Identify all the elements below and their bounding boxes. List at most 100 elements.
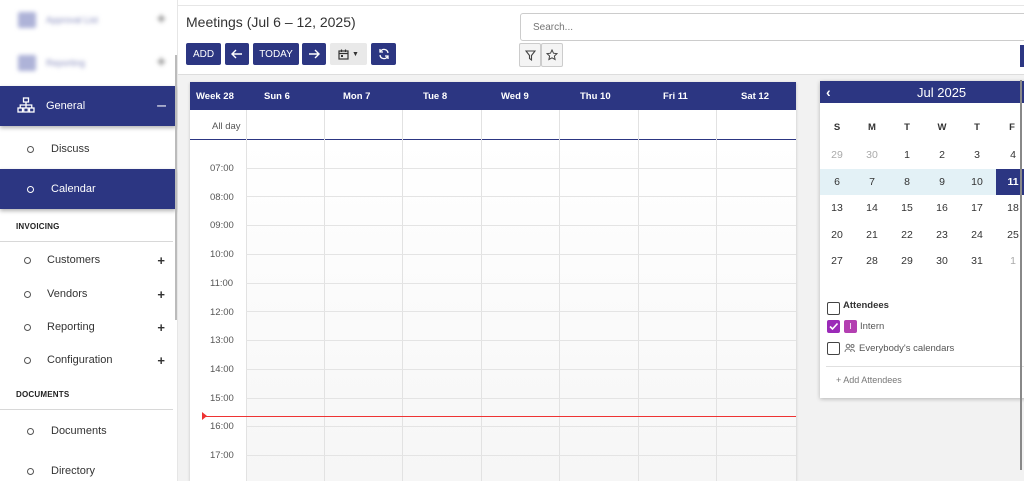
mini-day[interactable]: 21 (860, 229, 884, 241)
filter-button[interactable] (519, 43, 541, 67)
attendee-avatar: I (844, 320, 857, 333)
mini-day[interactable]: 3 (965, 149, 989, 161)
expand-icon[interactable]: + (157, 353, 165, 368)
expand-icon[interactable]: + (157, 11, 166, 29)
mini-day[interactable]: 22 (895, 229, 919, 241)
current-time-line (204, 416, 796, 417)
current-week-highlight (820, 169, 1024, 195)
bullet-icon (24, 256, 31, 264)
mini-day[interactable]: 2 (930, 149, 954, 161)
bullet-icon (24, 323, 31, 331)
everybody-checkbox[interactable] (827, 342, 840, 355)
divider (826, 366, 1024, 367)
bullet-icon (27, 467, 34, 475)
mini-day[interactable]: 15 (895, 202, 919, 214)
mini-day[interactable]: 1 (895, 149, 919, 161)
next-button[interactable] (302, 43, 326, 65)
sidebar-item-documents[interactable]: Documents (0, 419, 176, 443)
sidebar-item-directory[interactable]: Directory (0, 459, 176, 481)
today-button[interactable]: TODAY (253, 43, 299, 65)
mini-day[interactable]: 14 (860, 202, 884, 214)
attendees-checkbox[interactable] (827, 302, 840, 315)
add-button[interactable]: ADD (186, 43, 221, 65)
refresh-button[interactable] (371, 43, 396, 65)
bullet-icon (27, 145, 34, 153)
right-scrollbar[interactable] (1020, 80, 1022, 470)
search-input[interactable] (520, 13, 1024, 41)
day-header-thu[interactable]: Thu 10 (580, 91, 611, 102)
mini-day[interactable]: 29 (825, 149, 849, 161)
expand-icon[interactable]: + (157, 320, 165, 335)
mini-day[interactable]: 28 (860, 255, 884, 267)
bullet-icon (24, 356, 31, 364)
attendee-label-intern: Intern (860, 321, 885, 332)
day-header-wed[interactable]: Wed 9 (501, 91, 529, 102)
hour-line (246, 254, 796, 255)
sidebar: Approval List + Reporting + General – Di… (0, 0, 178, 481)
expand-icon[interactable]: + (157, 54, 166, 72)
sidebar-item-label: Calendar (51, 183, 96, 195)
sidebar-item-vendors[interactable]: Vendors + (0, 282, 176, 306)
sidebar-item-discuss[interactable]: Discuss (0, 129, 176, 169)
hour-label: 15:00 (210, 393, 234, 404)
sidebar-item-calendar[interactable]: Calendar (0, 169, 176, 209)
mini-day[interactable]: 31 (965, 255, 989, 267)
mini-day[interactable]: 13 (825, 202, 849, 214)
expand-icon[interactable]: + (157, 253, 165, 268)
sidebar-item-label: Discuss (51, 143, 90, 155)
view-dropdown-button[interactable]: ▼ (330, 43, 367, 65)
day-header-sun[interactable]: Sun 6 (264, 91, 290, 102)
sidebar-item-reporting-top[interactable]: Reporting + (0, 43, 176, 83)
hour-label: 09:00 (210, 220, 234, 231)
day-header-mon[interactable]: Mon 7 (343, 91, 370, 102)
mini-day[interactable]: 17 (965, 202, 989, 214)
add-attendees-link[interactable]: + Add Attendees (836, 375, 902, 385)
mini-day[interactable]: 6 (825, 176, 849, 188)
hour-line (246, 369, 796, 370)
mini-day[interactable]: 23 (930, 229, 954, 241)
sidebar-item-label: General (46, 100, 86, 112)
sidebar-scrollbar[interactable] (175, 55, 177, 320)
expand-icon[interactable]: + (157, 287, 165, 302)
mini-day[interactable]: 30 (860, 149, 884, 161)
mini-day[interactable]: 20 (825, 229, 849, 241)
mini-day[interactable]: 7 (860, 176, 884, 188)
hour-label: 07:00 (210, 163, 234, 174)
mini-calendar-header: ‹ Jul 2025 (820, 81, 1024, 103)
mini-day[interactable]: 8 (895, 176, 919, 188)
mini-day[interactable]: 29 (895, 255, 919, 267)
intern-checkbox[interactable] (827, 320, 840, 333)
day-header-tue[interactable]: Tue 8 (423, 91, 447, 102)
mini-day[interactable]: 27 (825, 255, 849, 267)
current-time-marker-icon (202, 412, 207, 420)
previous-button[interactable] (225, 43, 249, 65)
mini-day[interactable]: 30 (930, 255, 954, 267)
mini-day[interactable]: 10 (965, 176, 989, 188)
hour-line (246, 311, 796, 312)
arrow-left-icon (231, 49, 242, 59)
chevron-left-icon[interactable]: ‹ (826, 84, 831, 100)
week-calendar: Week 28 Sun 6 Mon 7 Tue 8 Wed 9 Thu 10 F… (190, 82, 796, 481)
sidebar-item-general[interactable]: General – (0, 86, 176, 126)
sidebar-item-customers[interactable]: Customers + (0, 248, 176, 272)
day-header-sat[interactable]: Sat 12 (741, 91, 769, 102)
view-switcher-edge[interactable] (1020, 45, 1024, 67)
mini-day[interactable]: 9 (930, 176, 954, 188)
allday-row[interactable]: All day (190, 110, 796, 140)
day-header-fri[interactable]: Fri 11 (663, 91, 688, 102)
bullet-icon (27, 185, 34, 193)
weekday-label: S (833, 122, 841, 133)
hour-label: 14:00 (210, 364, 234, 375)
sidebar-item-reporting[interactable]: Reporting + (0, 315, 176, 339)
hour-line (246, 398, 796, 399)
sidebar-item-approval-list[interactable]: Approval List + (0, 0, 176, 40)
collapse-icon[interactable]: – (157, 97, 166, 115)
mini-day[interactable]: 16 (930, 202, 954, 214)
attendees-title: Attendees (843, 300, 889, 311)
refresh-icon (378, 48, 389, 60)
favorites-button[interactable] (541, 43, 563, 67)
sidebar-item-configuration[interactable]: Configuration + (0, 348, 176, 372)
checkmark-icon (829, 322, 839, 331)
mini-day[interactable]: 24 (965, 229, 989, 241)
allday-label: All day (212, 121, 241, 132)
